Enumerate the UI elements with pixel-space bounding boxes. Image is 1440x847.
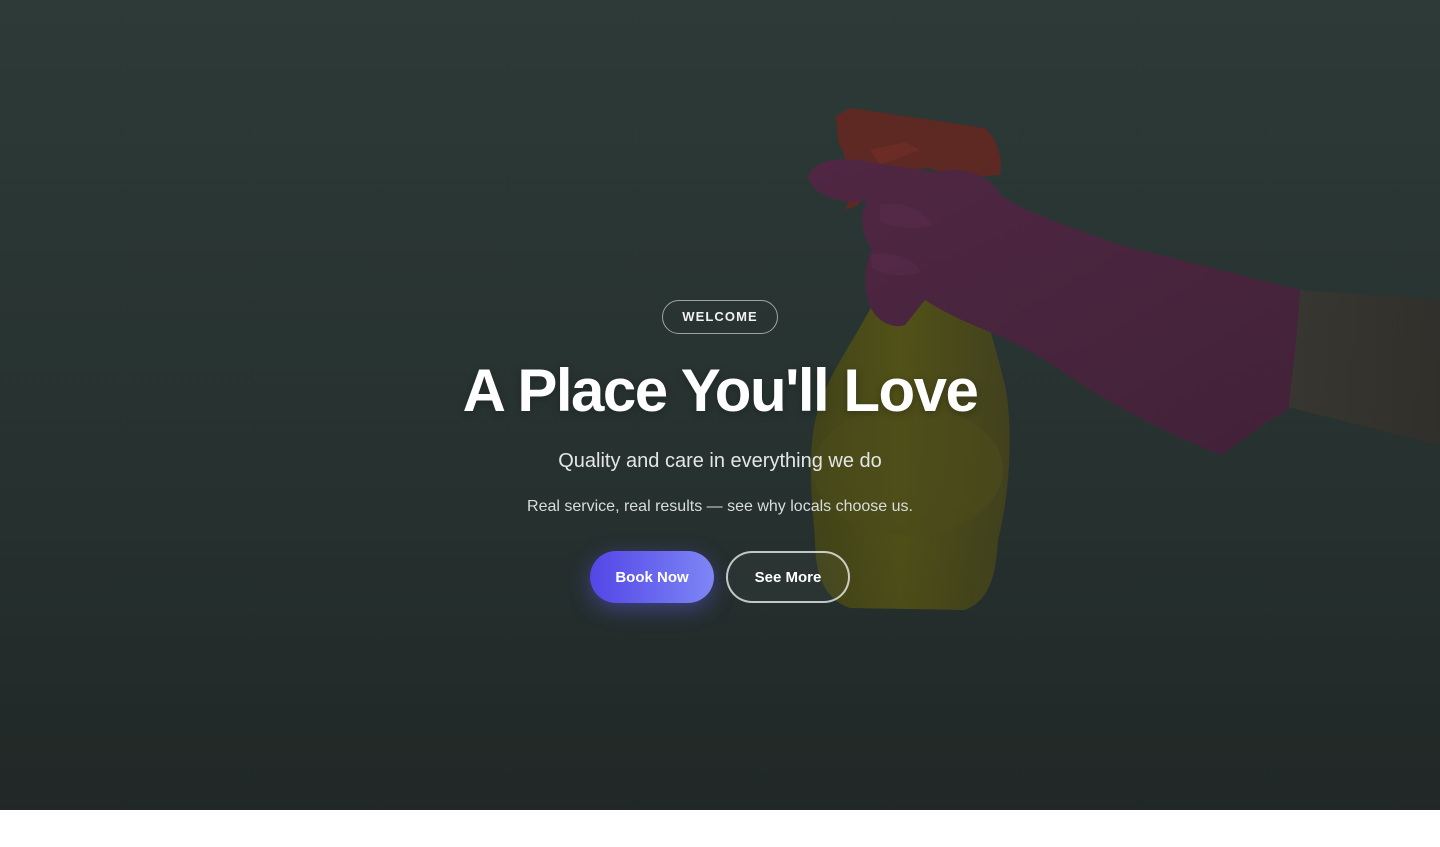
hero-subtitle: Quality and care in everything we do	[558, 450, 882, 472]
hero-title: A Place You'll Love	[462, 357, 979, 424]
hero-actions: Book Now See More	[0, 551, 1440, 603]
welcome-badge: WELCOME	[662, 300, 778, 334]
hero-content: WELCOME A Place You'll Love Quality and …	[0, 300, 1440, 603]
hero-section: WELCOME A Place You'll Love Quality and …	[0, 0, 1440, 810]
see-more-button[interactable]: See More	[726, 551, 850, 603]
hero-tagline: Real service, real results — see why loc…	[527, 498, 913, 515]
book-now-button[interactable]: Book Now	[590, 551, 714, 603]
